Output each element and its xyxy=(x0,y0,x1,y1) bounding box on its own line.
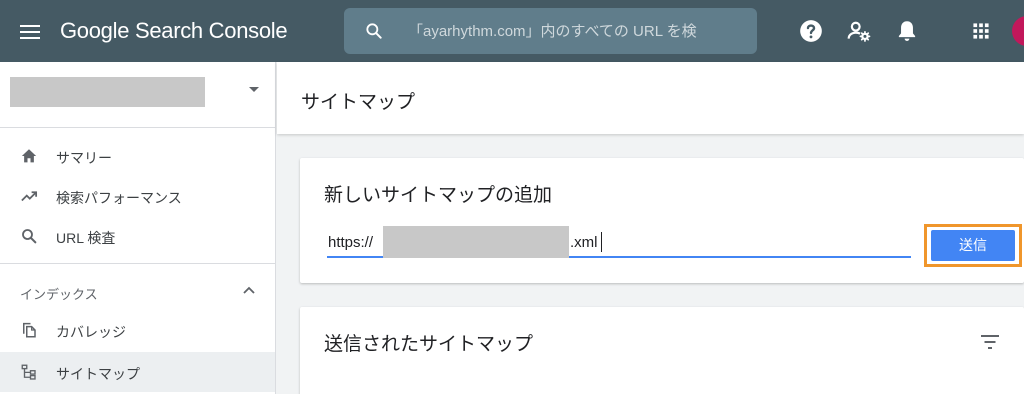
url-prefix: https:// xyxy=(328,234,374,251)
copy-icon xyxy=(23,322,36,338)
sidebar-item-coverage[interactable]: カバレッジ xyxy=(0,310,275,350)
sidebar-divider xyxy=(0,263,276,264)
sidebar-item-label: カバレッジ xyxy=(56,324,126,340)
sidebar: サマリー 検索パフォーマンス URL 検査 インデックス カバレッジ サイトマッ… xyxy=(0,62,276,394)
sidebar-item-url-inspection[interactable]: URL 検査 xyxy=(0,216,275,256)
sidebar-item-label: 検索パフォーマンス xyxy=(56,190,182,206)
app-brand[interactable]: Google Search Console xyxy=(60,18,288,44)
highlight-box: 送信 xyxy=(924,224,1022,267)
menu-icon[interactable] xyxy=(20,22,42,40)
dropdown-caret-icon xyxy=(249,87,259,92)
submit-button[interactable]: 送信 xyxy=(931,230,1015,261)
sitemap-icon xyxy=(21,364,36,380)
text-cursor xyxy=(601,232,602,252)
redacted-domain xyxy=(383,226,569,258)
search-icon[interactable] xyxy=(364,21,384,41)
property-selector[interactable] xyxy=(10,74,265,110)
sidebar-item-label: サマリー xyxy=(56,150,112,166)
account-avatar[interactable] xyxy=(1012,16,1024,46)
sidebar-item-sitemaps[interactable]: サイトマップ xyxy=(0,352,275,392)
filter-icon[interactable] xyxy=(980,333,1000,351)
search-box[interactable] xyxy=(344,8,757,54)
section-heading: インデックス xyxy=(20,287,98,302)
help-icon[interactable] xyxy=(798,18,824,44)
sidebar-item-summary[interactable]: サマリー xyxy=(0,136,275,176)
submitted-sitemaps-title: 送信されたサイトマップ xyxy=(324,334,534,355)
page-header: サイトマップ xyxy=(277,62,1024,134)
redacted-property-name xyxy=(10,77,205,107)
top-app-bar: Google Search Console xyxy=(0,0,1024,62)
add-sitemap-title: 新しいサイトマップの追加 xyxy=(324,185,553,206)
sitemap-url-input[interactable]: https:// .xml xyxy=(327,226,911,258)
sidebar-item-label: URL 検査 xyxy=(56,230,116,246)
bell-icon[interactable] xyxy=(894,18,920,44)
home-icon xyxy=(21,149,37,163)
manage-users-icon[interactable] xyxy=(846,18,872,44)
search-icon xyxy=(22,229,37,244)
url-suffix: .xml xyxy=(570,234,598,251)
sidebar-section-index[interactable]: インデックス xyxy=(0,270,275,310)
apps-grid-icon[interactable] xyxy=(968,18,994,44)
trending-up-icon xyxy=(21,191,38,202)
sidebar-item-label: サイトマップ xyxy=(56,366,140,382)
chevron-up-icon xyxy=(243,286,255,294)
search-input[interactable] xyxy=(408,8,748,54)
submitted-sitemaps-card: 送信されたサイトマップ xyxy=(300,307,1024,394)
add-sitemap-card: 新しいサイトマップの追加 https:// .xml 送信 xyxy=(300,158,1024,283)
sidebar-item-performance[interactable]: 検索パフォーマンス xyxy=(0,176,275,216)
sidebar-divider xyxy=(0,127,276,128)
page-title: サイトマップ xyxy=(301,92,416,113)
